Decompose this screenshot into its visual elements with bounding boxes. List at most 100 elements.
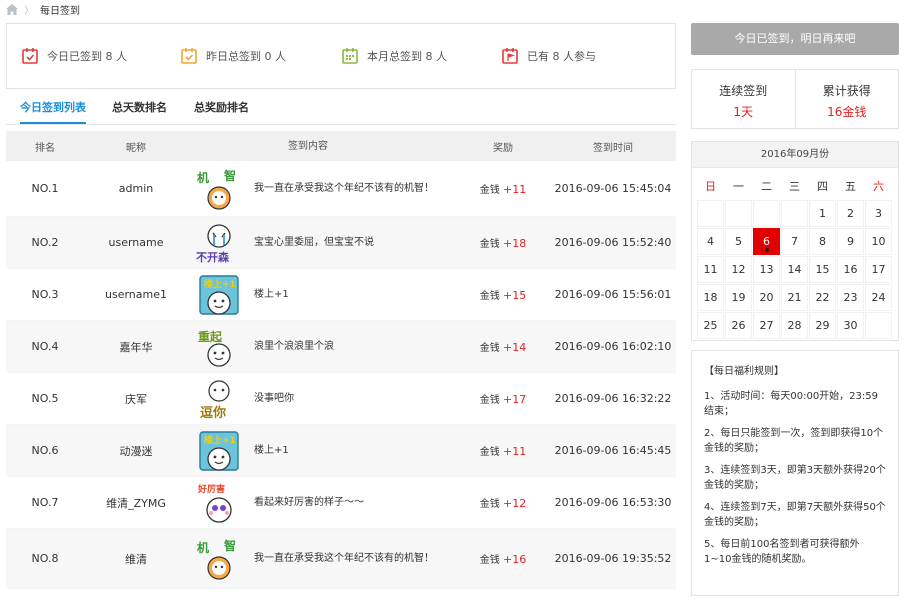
calendar-grid-icon (342, 48, 358, 64)
calendar-day: 19 (725, 284, 752, 311)
row-nick[interactable]: admin (84, 182, 188, 195)
calendar-day: 22 (809, 284, 836, 311)
row-nick[interactable]: 维清 (84, 551, 188, 567)
reward-amount: +17 (502, 393, 527, 406)
calendar-day: 23 (837, 284, 864, 311)
row-content: 浪里个浪浪里个浪 (254, 341, 334, 352)
stat-item: 今日已签到 8 人 (21, 47, 127, 65)
tab-total-rewards[interactable]: 总奖励排名 (194, 93, 249, 124)
reward-amount: +11 (502, 183, 527, 196)
calendar-day: 29 (809, 312, 836, 339)
row-reward: 金钱 +14 (456, 339, 550, 354)
sticker-emoji-icon: 机智 (197, 168, 236, 210)
row-time: 2016-09-06 19:35:52 (554, 552, 672, 565)
reward-currency: 金钱 (479, 555, 500, 566)
calendar-day: 1 (809, 200, 836, 227)
row-reward: 金钱 +12 (456, 495, 550, 510)
row-time: 2016-09-06 16:32:22 (554, 392, 672, 405)
calendar-day (865, 312, 892, 339)
calendar-weekday: 日 (705, 179, 716, 193)
calendar-day: 17 (865, 256, 892, 283)
reward-amount: +11 (502, 445, 527, 458)
svg-text:不开森: 不开森 (196, 250, 230, 264)
row-content: 宝宝心里委屈，但宝宝不说 (254, 237, 374, 248)
calendar-day: 15 (809, 256, 836, 283)
stat-text: 本月总签到 8 人 (367, 50, 447, 63)
rule-item: 1、活动时间：每天00:00开始，23:59结束； (704, 391, 878, 417)
stat-text: 昨日总签到 0 人 (206, 50, 286, 63)
calendar-day: 10 (865, 228, 892, 255)
row-content: 没事吧你 (254, 393, 294, 404)
calendar-weekday: 五 (845, 179, 856, 193)
reward-amount: +16 (502, 553, 527, 566)
rules-panel: 【每日福利规则】 1、活动时间：每天00:00开始，23:59结束； 2、每日只能… (691, 350, 899, 596)
header-nick: 昵称 (126, 142, 146, 154)
calendar-title: 2016年09月份 (692, 142, 898, 168)
table-row: NO.3 username1 楼上+1 楼上+1 金钱 +15 2016-09-06 15… (6, 269, 676, 321)
reward-currency: 金钱 (479, 291, 500, 302)
row-reward: 金钱 +15 (456, 287, 550, 302)
signed-dot-icon (764, 248, 769, 252)
svg-text:逗你: 逗你 (200, 405, 226, 421)
calendar-weekday: 二 (761, 179, 772, 193)
signed-today-button[interactable]: 今日已签到，明日再来吧 (691, 23, 899, 55)
reward-currency: 金钱 (479, 395, 500, 406)
row-nick[interactable]: username1 (84, 288, 188, 301)
row-content: 我一直在承受我这个年纪不该有的机智！ (254, 183, 434, 194)
row-reward: 金钱 +17 (456, 391, 550, 406)
row-rank: NO.7 (31, 496, 59, 509)
home-icon[interactable] (6, 3, 18, 15)
calendar-day (725, 200, 752, 227)
calendar-day: 4 (697, 228, 724, 255)
row-reward: 金钱 +11 (456, 181, 550, 196)
row-time: 2016-09-06 16:02:10 (554, 340, 672, 353)
row-nick[interactable]: username (84, 236, 188, 249)
reward-amount: +18 (502, 237, 527, 250)
table-row: NO.5 庆军 逗你 没事吧你 金钱 +17 2016-09-06 16:32:22 (6, 373, 676, 425)
calendar-day: 21 (781, 284, 808, 311)
calendar-weekday: 四 (817, 179, 828, 193)
calendar-day: 12 (725, 256, 752, 283)
table-row: NO.2 username 不开森 宝宝心里委屈，但宝宝不说 金钱 +18 2016-09… (6, 217, 676, 269)
row-rank: NO.1 (31, 182, 59, 195)
row-reward: 金钱 +18 (456, 235, 550, 250)
sticker-emoji-icon: 楼上+1 (199, 430, 239, 471)
breadcrumb-current: 每日签到 (40, 5, 80, 17)
tab-today-list[interactable]: 今日签到列表 (20, 93, 86, 124)
reward-currency: 金钱 (479, 239, 500, 250)
row-rank: NO.4 (31, 340, 59, 353)
earned-label: 累计获得 (822, 84, 871, 98)
calendar-check-icon (181, 48, 197, 64)
row-rank: NO.8 (31, 552, 59, 565)
row-nick[interactable]: 维清_ZYMG (84, 495, 188, 511)
row-nick[interactable]: 嘉年华 (84, 339, 188, 355)
sticker-emoji-icon: 不开森 (196, 223, 231, 264)
svg-text:机: 机 (197, 170, 209, 185)
row-nick[interactable]: 庆军 (84, 391, 188, 407)
row-nick[interactable]: 动漫迷 (84, 443, 188, 459)
row-time: 2016-09-06 16:53:30 (554, 496, 672, 509)
row-content: 我一直在承受我这个年纪不该有的机智！ (254, 553, 434, 564)
row-content: 楼上+1 (254, 445, 289, 456)
reward-amount: +14 (502, 341, 527, 354)
rule-item: 4、连续签到7天，即第7天额外获得50个金钱的奖励； (704, 502, 886, 528)
rule-item: 3、连续签到3天，即第3天额外获得20个金钱的奖励； (704, 465, 886, 491)
breadcrumb-separator-icon: 〉 (24, 5, 34, 17)
row-reward: 金钱 +11 (456, 443, 550, 458)
tab-total-days[interactable]: 总天数排名 (112, 93, 167, 124)
reward-currency: 金钱 (479, 185, 500, 196)
calendar-day: 3 (865, 200, 892, 227)
calendar-flag-icon (502, 48, 518, 64)
sign-summary: 连续签到 1天 累计获得 16金钱 (691, 69, 899, 129)
streak-label: 连续签到 (719, 84, 768, 98)
row-rank: NO.5 (31, 392, 59, 405)
ranking-tabs: 今日签到列表 总天数排名 总奖励排名 (6, 93, 676, 125)
stat-text: 今日已签到 8 人 (47, 50, 127, 63)
calendar-day (753, 200, 780, 227)
calendar-day: 24 (865, 284, 892, 311)
calendar-check-icon (22, 48, 38, 64)
calendar-day: 26 (725, 312, 752, 339)
sign-calendar: 2016年09月份 日一二三四五六 1 2 3 4 5 6 7 8 9 10 11 12 13 14 15 16… (691, 141, 899, 341)
reward-currency: 金钱 (479, 499, 500, 510)
row-content: 看起来好厉害的样子～～ (254, 497, 364, 508)
